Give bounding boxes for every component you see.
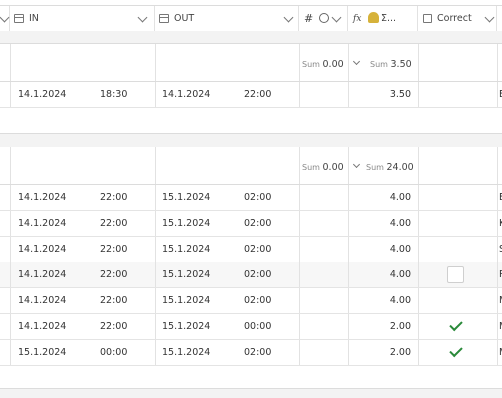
chevron-down-icon[interactable]	[331, 12, 342, 23]
out-time-cell[interactable]: 00:00	[244, 314, 271, 339]
in-date-cell[interactable]: 14.1.2024	[18, 262, 66, 287]
out-date-cell[interactable]: 15.1.2024	[162, 185, 210, 210]
chevron-down-icon[interactable]	[283, 12, 294, 23]
header-correct-column[interactable]: Correct	[418, 6, 497, 31]
table-row[interactable]: 14.1.2024 22:00 15.1.2024 02:00 P 4.00	[0, 262, 502, 289]
sum-formula-value: 3.50	[390, 59, 412, 70]
in-time-cell[interactable]: 22:00	[100, 237, 127, 262]
sum-formula: Sum 24.00	[366, 162, 414, 173]
group-spacer	[0, 133, 502, 148]
calendar-icon	[159, 14, 169, 23]
header-formula-label: Σ...	[381, 13, 397, 24]
table-row[interactable]: 14.1.202422:0015.1.202402:00K4.00	[0, 210, 502, 237]
sum-number: Sum 0.00	[302, 162, 344, 173]
group-summary-row: Sum 0.00 Sum 24.00	[0, 147, 502, 185]
out-date-cell[interactable]: 15.1.2024	[162, 211, 210, 236]
in-date-cell[interactable]: 14.1.2024	[18, 288, 66, 313]
table-row[interactable]: 14.1.202422:0015.1.202402:00M4.00	[0, 288, 502, 315]
in-date-cell[interactable]: 14.1.2024	[18, 185, 66, 210]
sum-formula-value: 24.00	[386, 162, 414, 173]
out-date-cell[interactable]: 15.1.2024	[162, 237, 210, 262]
out-time-cell[interactable]: 02:00	[244, 288, 271, 313]
checkbox-icon	[423, 14, 432, 23]
hours-cell[interactable]: 4.00	[390, 262, 411, 287]
header-number-column[interactable]: #	[299, 6, 348, 31]
out-date-cell[interactable]: 15.1.2024	[162, 314, 210, 339]
in-date-cell[interactable]: 14.1.2024	[18, 82, 66, 107]
user-group-icon	[368, 12, 379, 23]
hours-cell[interactable]: 4.00	[390, 237, 411, 262]
in-time-cell[interactable]: 22:00	[100, 262, 127, 287]
in-time-cell[interactable]: 22:00	[100, 211, 127, 236]
out-time-cell[interactable]: 02:00	[244, 185, 271, 210]
table-row[interactable]: 15.1.202400:0015.1.202402:00M2.00	[0, 339, 502, 366]
header-in-column[interactable]: IN	[10, 6, 155, 31]
hours-cell[interactable]: 4.00	[390, 185, 411, 210]
header-in-label: IN	[29, 13, 39, 24]
hours-cell[interactable]: 4.00	[390, 288, 411, 313]
chevron-down-icon[interactable]	[352, 57, 361, 66]
out-time-cell[interactable]: 02:00	[244, 262, 271, 287]
correct-checkbox[interactable]	[447, 266, 464, 284]
in-time-cell[interactable]: 22:00	[100, 288, 127, 313]
out-time-cell[interactable]: 02:00	[244, 340, 271, 365]
header-number-label: #	[304, 12, 314, 25]
calendar-icon	[14, 14, 24, 23]
hours-cell[interactable]: 3.50	[390, 82, 411, 107]
formula-icon: fx	[353, 13, 362, 24]
sum-number: Sum 0.00	[302, 59, 344, 70]
in-time-cell[interactable]: 00:00	[100, 340, 127, 365]
hours-cell[interactable]: 4.00	[390, 211, 411, 236]
in-date-cell[interactable]: 14.1.2024	[18, 314, 66, 339]
out-time-cell[interactable]: 22:00	[244, 82, 271, 107]
table-row[interactable]: 14.1.202422:0015.1.202400:00M2.00	[0, 314, 502, 340]
in-date-cell[interactable]: 15.1.2024	[18, 340, 66, 365]
table-row[interactable]: 14.1.202418:3014.1.202422:00E3.50	[0, 82, 502, 108]
column-header-row: IN OUT # fx Σ... Correct	[0, 5, 502, 32]
chevron-down-icon[interactable]	[0, 12, 10, 23]
header-out-label: OUT	[174, 13, 195, 24]
chevron-down-icon[interactable]	[137, 12, 148, 23]
out-time-cell[interactable]: 02:00	[244, 211, 271, 236]
in-time-cell[interactable]: 22:00	[100, 314, 127, 339]
in-time-cell[interactable]: 22:00	[100, 185, 127, 210]
group-spacer	[0, 31, 502, 44]
out-date-cell[interactable]: 14.1.2024	[162, 82, 210, 107]
table-row[interactable]: 14.1.202422:0015.1.202402:00E4.00	[0, 185, 502, 211]
checkmark-icon[interactable]	[449, 343, 463, 358]
sum-number-value: 0.00	[322, 59, 344, 70]
out-date-cell[interactable]: 15.1.2024	[162, 340, 210, 365]
hours-cell[interactable]: 2.00	[390, 340, 411, 365]
chevron-down-icon[interactable]	[352, 160, 361, 169]
sum-number-value: 0.00	[322, 162, 344, 173]
clock-icon	[319, 13, 329, 23]
chevron-down-icon[interactable]	[484, 12, 495, 23]
header-out-column[interactable]: OUT	[155, 6, 299, 31]
in-date-cell[interactable]: 14.1.2024	[18, 211, 66, 236]
out-time-cell[interactable]: 02:00	[244, 237, 271, 262]
header-correct-label: Correct	[437, 13, 472, 24]
table-row[interactable]: 14.1.202422:0015.1.202402:00S4.00	[0, 236, 502, 263]
in-time-cell[interactable]: 18:30	[100, 82, 127, 107]
hours-cell[interactable]: 2.00	[390, 314, 411, 339]
out-date-cell[interactable]: 15.1.2024	[162, 262, 210, 287]
header-prev-column[interactable]	[0, 6, 10, 31]
in-date-cell[interactable]: 14.1.2024	[18, 237, 66, 262]
group-summary-row: Sum 0.00 Sum 3.50	[0, 44, 502, 82]
checkmark-icon[interactable]	[449, 317, 463, 332]
out-date-cell[interactable]: 15.1.2024	[162, 288, 210, 313]
header-formula-column[interactable]: fx Σ...	[348, 6, 418, 31]
sum-formula: Sum 3.50	[370, 59, 412, 70]
